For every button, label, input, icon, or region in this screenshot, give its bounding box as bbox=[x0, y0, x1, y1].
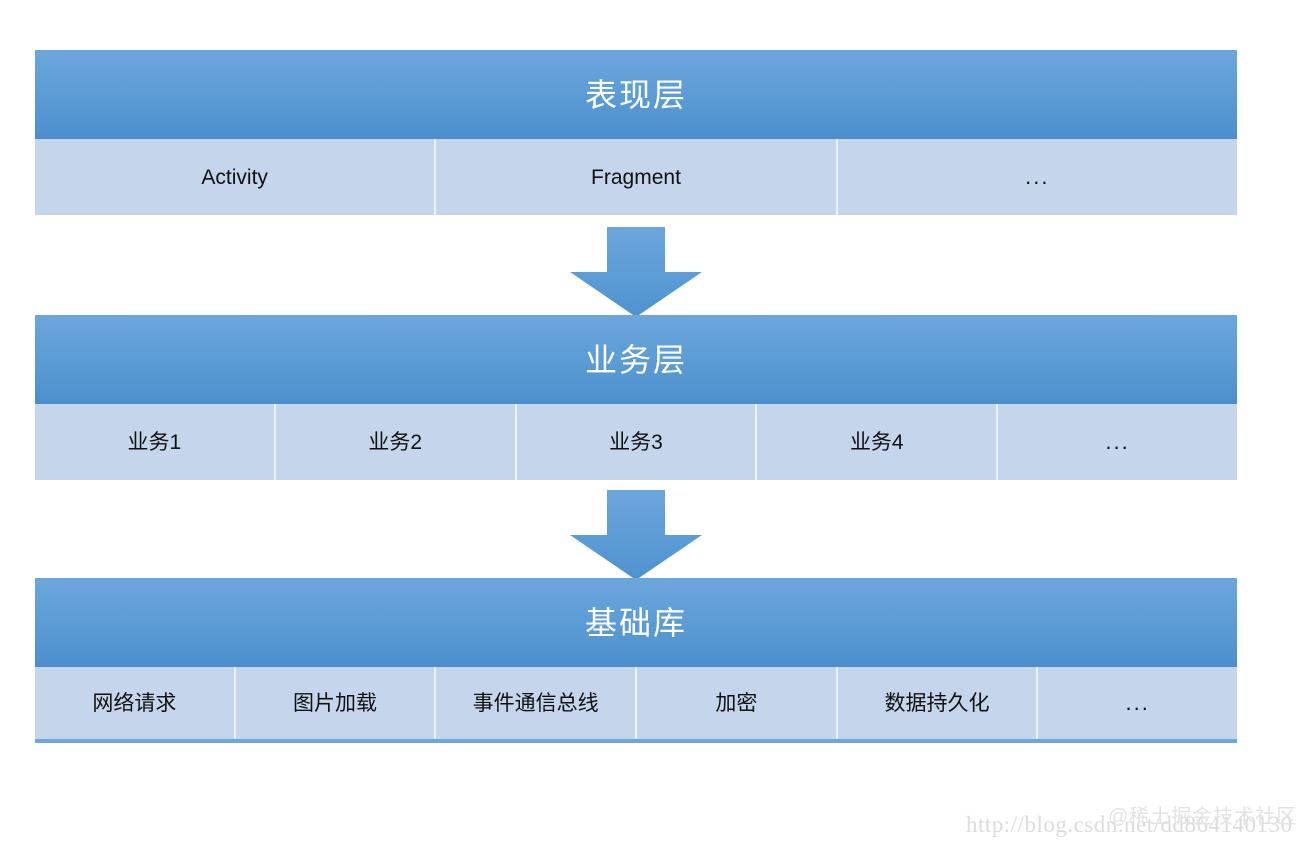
layer-foundation-header: 基础库 bbox=[35, 578, 1237, 667]
arrow-down-icon-presentation-to-business bbox=[570, 227, 702, 317]
layer-cell[interactable]: 图片加载 bbox=[236, 667, 437, 739]
layer-business-cells: 业务1 业务2 业务3 业务4 ... bbox=[35, 404, 1237, 480]
layer-cell[interactable]: 数据持久化 bbox=[838, 667, 1039, 739]
layer-cell[interactable]: 业务3 bbox=[517, 404, 758, 480]
layer-cell[interactable]: Activity bbox=[35, 139, 437, 215]
layer-business-title: 业务层 bbox=[584, 341, 687, 378]
layer-cell[interactable]: Fragment bbox=[436, 139, 838, 215]
layer-foundation-title: 基础库 bbox=[584, 604, 687, 641]
architecture-diagram: 表现层 Activity Fragment ... 业务层 业务1 业务2 业务… bbox=[0, 0, 1308, 850]
layer-cell[interactable]: 业务1 bbox=[35, 404, 276, 480]
layer-cell[interactable]: 业务4 bbox=[757, 404, 999, 480]
layer-cell-ellipsis[interactable]: ... bbox=[838, 139, 1237, 215]
layer-cell[interactable]: 事件通信总线 bbox=[436, 667, 638, 739]
layer-presentation-header: 表现层 bbox=[35, 50, 1237, 139]
watermark-juejin: @稀土掘金技术社区 bbox=[1108, 806, 1298, 828]
layer-business: 业务层 业务1 业务2 业务3 业务4 ... bbox=[35, 315, 1237, 480]
layer-cell-ellipsis[interactable]: ... bbox=[1038, 667, 1237, 739]
layer-presentation-cells: Activity Fragment ... bbox=[35, 139, 1237, 215]
layer-cell[interactable]: 加密 bbox=[637, 667, 838, 739]
layer-cell-ellipsis[interactable]: ... bbox=[998, 404, 1237, 480]
layer-presentation: 表现层 Activity Fragment ... bbox=[35, 50, 1237, 215]
layer-cell[interactable]: 网络请求 bbox=[35, 667, 236, 739]
layer-cell[interactable]: 业务2 bbox=[276, 404, 517, 480]
layer-presentation-title: 表现层 bbox=[584, 76, 687, 113]
layer-business-header: 业务层 bbox=[35, 315, 1237, 404]
layer-foundation-cells: 网络请求 图片加载 事件通信总线 加密 数据持久化 ... bbox=[35, 667, 1237, 743]
layer-foundation: 基础库 网络请求 图片加载 事件通信总线 加密 数据持久化 ... bbox=[35, 578, 1237, 743]
arrow-down-icon-business-to-foundation bbox=[570, 490, 702, 580]
